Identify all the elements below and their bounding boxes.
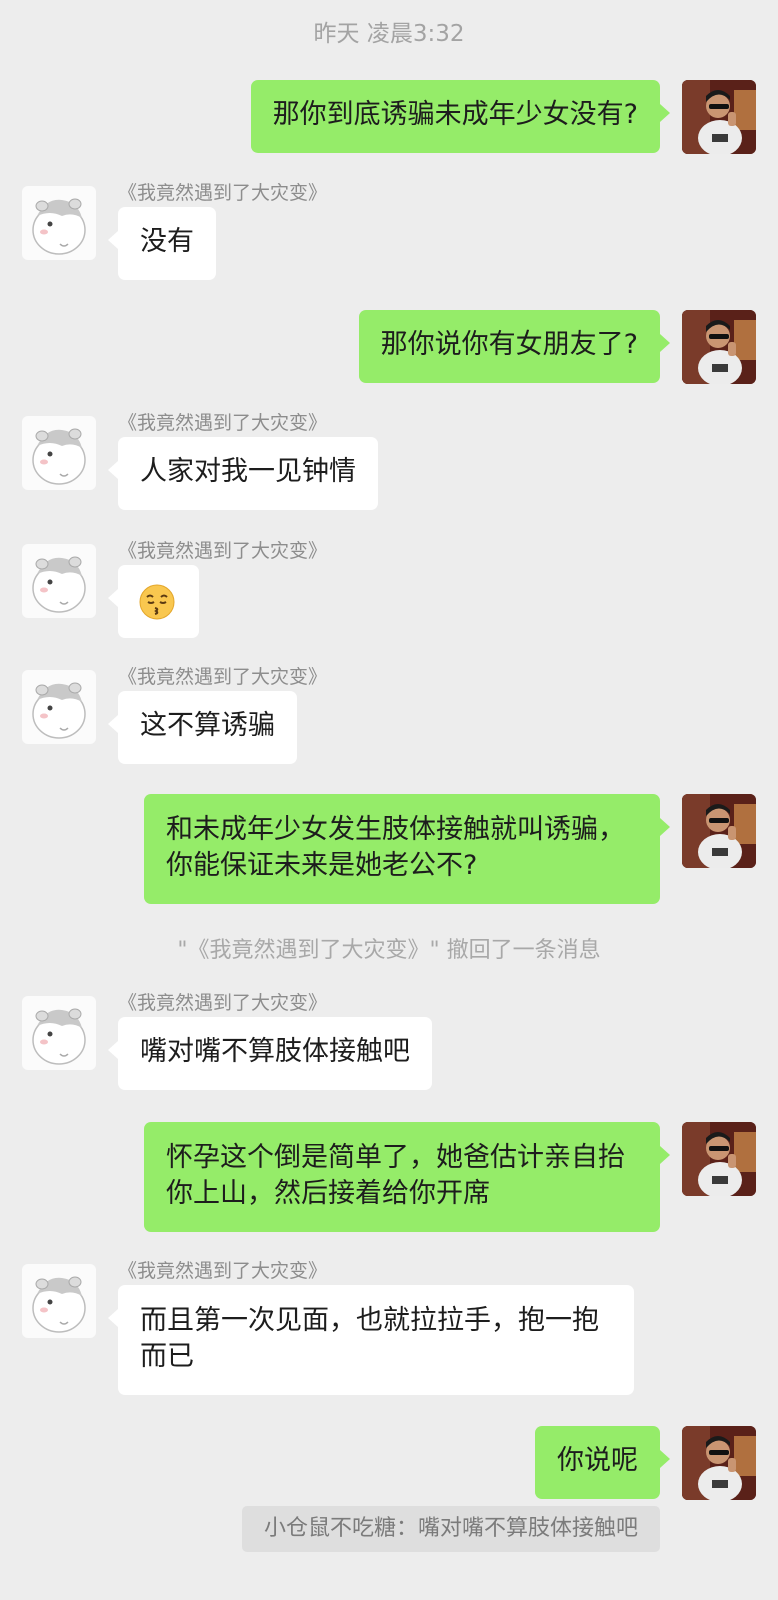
- sender-name: 《我竟然遇到了大灾变》: [118, 412, 328, 434]
- user-photo-avatar-icon[interactable]: [682, 1426, 756, 1500]
- sender-name: 《我竟然遇到了大灾变》: [118, 182, 328, 204]
- user-photo-avatar-icon[interactable]: [682, 794, 756, 868]
- message-bubble[interactable]: 怀孕这个倒是简单了，她爸估计亲自抬你上山，然后接着给你开席: [144, 1122, 670, 1232]
- sender-name: 《我竟然遇到了大灾变》: [118, 540, 328, 562]
- message-bubble[interactable]: 嘴对嘴不算肢体接触吧: [108, 1017, 432, 1090]
- message-bubble[interactable]: 和未成年少女发生肢体接触就叫诱骗，你能保证未来是她老公不?: [144, 794, 670, 904]
- hamster-avatar-icon[interactable]: [22, 544, 96, 618]
- hamster-avatar-icon[interactable]: [22, 670, 96, 744]
- hamster-avatar-icon[interactable]: [22, 416, 96, 490]
- message-bubble[interactable]: 这不算诱骗: [108, 691, 297, 764]
- sender-name: 《我竟然遇到了大灾变》: [118, 992, 328, 1014]
- hamster-avatar-icon[interactable]: [22, 1264, 96, 1338]
- sender-name: 《我竟然遇到了大灾变》: [118, 666, 328, 688]
- message-bubble[interactable]: 那你到底诱骗未成年少女没有?: [250, 80, 671, 153]
- user-photo-avatar-icon[interactable]: [682, 1122, 756, 1196]
- user-photo-avatar-icon[interactable]: [682, 80, 756, 154]
- hamster-avatar-icon[interactable]: [22, 186, 96, 260]
- recall-notice: "《我竟然遇到了大灾变》" 撤回了一条消息: [177, 938, 601, 963]
- kissing-face-emoji-icon: [139, 584, 175, 620]
- message-bubble[interactable]: 你说呢: [535, 1426, 670, 1499]
- message-bubble[interactable]: 没有: [108, 207, 216, 280]
- hamster-avatar-icon[interactable]: [22, 996, 96, 1070]
- message-bubble[interactable]: 而且第一次见面，也就拉拉手，抱一抱而已: [108, 1285, 634, 1395]
- message-bubble[interactable]: 人家对我一见钟情: [108, 437, 378, 510]
- user-photo-avatar-icon[interactable]: [682, 310, 756, 384]
- quoted-reply[interactable]: 小仓鼠不吃糖：嘴对嘴不算肢体接触吧: [241, 1506, 660, 1552]
- sender-name: 《我竟然遇到了大灾变》: [118, 1260, 328, 1282]
- timestamp: 昨天 凌晨3:32: [313, 21, 465, 47]
- message-bubble[interactable]: 那你说你有女朋友了?: [358, 310, 671, 383]
- emoji-message-bubble[interactable]: [108, 565, 199, 638]
